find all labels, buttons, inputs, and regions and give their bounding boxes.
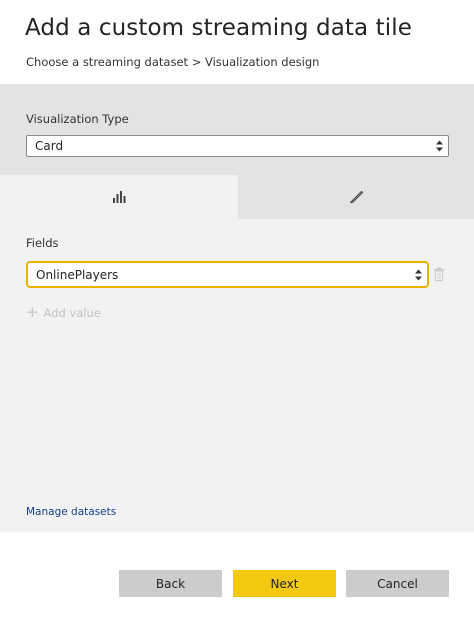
streaming-tile-dialog: Add a custom streaming data tile Choose … — [0, 0, 474, 620]
breadcrumb: Choose a streaming dataset > Visualizati… — [26, 55, 320, 69]
select-arrows-icon — [436, 140, 443, 152]
back-button[interactable]: Back — [119, 570, 222, 597]
cancel-button[interactable]: Cancel — [346, 570, 449, 597]
manage-datasets-strip: Manage datasets — [0, 492, 474, 532]
paintbrush-icon — [350, 190, 363, 204]
bar-chart-icon — [113, 191, 126, 203]
field-select[interactable]: OnlinePlayers — [26, 261, 429, 288]
field-select-value: OnlinePlayers — [36, 267, 119, 282]
add-value-label: Add value — [43, 305, 101, 320]
plus-icon: + — [26, 303, 39, 321]
tab-fields[interactable] — [0, 175, 238, 219]
fields-label: Fields — [26, 236, 59, 250]
add-value-button[interactable]: + Add value — [26, 305, 101, 320]
visualization-type-section: Visualization Type Card — [0, 84, 474, 175]
trash-icon[interactable] — [433, 267, 445, 281]
manage-datasets-link[interactable]: Manage datasets — [26, 506, 116, 518]
tab-format[interactable] — [238, 175, 474, 219]
dialog-title: Add a custom streaming data tile — [25, 15, 413, 41]
visualization-type-label: Visualization Type — [26, 112, 129, 126]
fields-panel: Fields — [0, 219, 474, 492]
visualization-tabs — [0, 175, 474, 219]
visualization-type-select[interactable]: Card — [26, 135, 449, 157]
visualization-type-value: Card — [35, 139, 64, 153]
select-arrows-icon — [415, 269, 422, 280]
next-button[interactable]: Next — [233, 570, 336, 597]
